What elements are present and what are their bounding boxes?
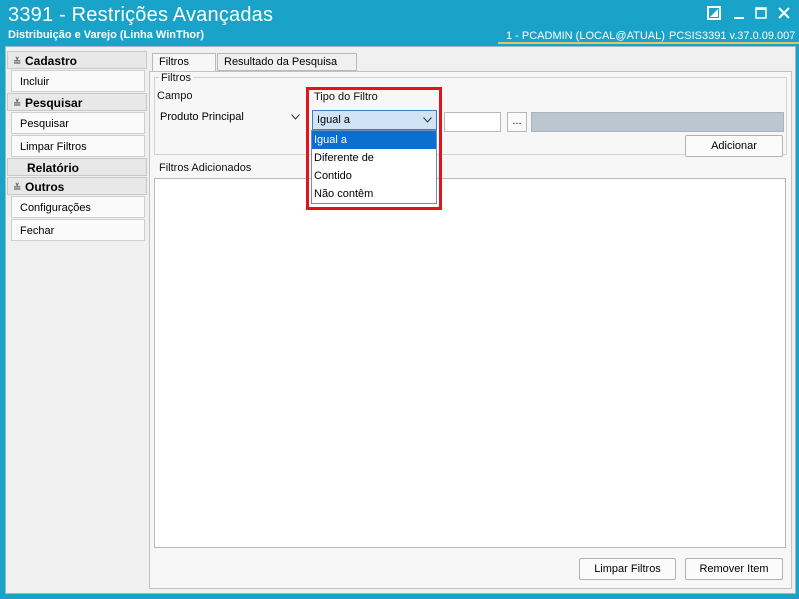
fechar-button[interactable]: Fechar <box>11 219 145 241</box>
filters-group-title: Filtros <box>159 72 193 84</box>
limpar-filtros-sidebar-button[interactable]: Limpar Filtros <box>11 135 145 157</box>
limpar-filtros-button[interactable]: Limpar Filtros <box>579 558 676 580</box>
pesquisar-button[interactable]: Pesquisar <box>11 112 145 134</box>
filter-description-field <box>531 112 784 132</box>
section-title: Relatório <box>27 161 80 175</box>
user-info: 1 - PCADMIN (LOCAL@ATUAL) <box>506 30 665 42</box>
section-title: Pesquisar <box>25 96 83 110</box>
filtros-adicionados-title: Filtros Adicionados <box>159 162 252 174</box>
incluir-button[interactable]: Incluir <box>11 70 145 92</box>
chevron-up-icon: ≚ <box>13 57 22 68</box>
campo-select-value: Produto Principal <box>160 111 244 123</box>
minimize-icon[interactable] <box>731 6 747 22</box>
sidebar-section-outros[interactable]: ≚ Outros <box>7 177 147 195</box>
close-icon[interactable] <box>776 6 792 22</box>
sidebar: ≚ Cadastro Incluir ≚ Pesquisar Pesquisar L… <box>7 51 147 242</box>
application-window: 3391 - Restrições Avançadas Distribuição… <box>0 0 799 599</box>
title-bar[interactable]: 3391 - Restrições Avançadas Distribuição… <box>0 0 799 44</box>
sidebar-section-pesquisar[interactable]: ≚ Pesquisar <box>7 93 147 111</box>
tab-filtros[interactable]: Filtros (F5) <box>152 53 216 84</box>
ellipsis-button[interactable]: ... <box>507 112 527 132</box>
sidebar-section-cadastro[interactable]: ≚ Cadastro <box>7 51 147 69</box>
sidebar-section-relatorio[interactable]: Relatório <box>7 158 147 176</box>
chevron-up-icon: ≚ <box>13 183 22 194</box>
maximize-icon[interactable] <box>753 6 769 22</box>
campo-label: Campo <box>157 90 193 102</box>
client-area: ≚ Cadastro Incluir ≚ Pesquisar Pesquisar L… <box>5 46 796 594</box>
filtros-adicionados-list[interactable] <box>154 178 786 548</box>
highlight-annotation <box>306 87 442 210</box>
window-title: 3391 - Restrições Avançadas <box>8 4 274 26</box>
chevron-up-icon: ≚ <box>13 99 22 110</box>
accent-line <box>498 42 799 44</box>
section-title: Outros <box>25 180 65 194</box>
filter-value-input[interactable] <box>444 112 501 132</box>
system-version: PCSIS3391 v.37.0.09.007 <box>669 30 796 42</box>
tab-resultado-pesquisa[interactable]: Resultado da Pesquisa (F6) <box>217 53 357 84</box>
window-subtitle: Distribuição e Varejo (Linha WinThor) <box>8 29 205 41</box>
chevron-down-icon <box>291 108 300 126</box>
remover-item-button[interactable]: Remover Item <box>685 558 783 580</box>
filters-panel: Filtros Campo Produto Principal Tipo do … <box>149 71 792 589</box>
section-title: Cadastro <box>25 54 78 68</box>
restore-icon[interactable] <box>706 6 722 22</box>
adicionar-button[interactable]: Adicionar <box>685 135 783 157</box>
configuracoes-button[interactable]: Configurações <box>11 196 145 218</box>
campo-select[interactable]: Produto Principal <box>155 107 305 127</box>
